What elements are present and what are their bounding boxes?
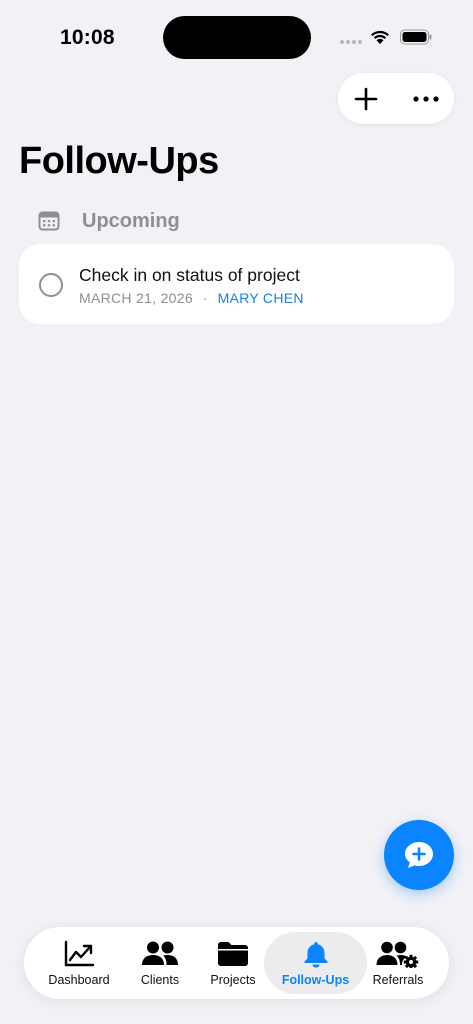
tab-label: Projects — [210, 973, 256, 987]
tab-projects[interactable]: Projects — [206, 927, 260, 999]
tab-label: Clients — [140, 973, 180, 987]
followup-date: MARCH 21, 2026 — [79, 290, 193, 306]
complete-checkbox[interactable] — [39, 273, 63, 297]
followup-meta: MARCH 21, 2026 · MARY CHEN — [79, 290, 304, 306]
chat-bubble-plus-icon — [405, 842, 433, 868]
chart-line-icon — [64, 940, 95, 967]
tab-follow-ups[interactable]: Follow-Ups — [274, 927, 357, 999]
more-options-icon[interactable] — [410, 85, 442, 113]
tab-label: Follow-Ups — [281, 973, 350, 987]
add-icon[interactable] — [352, 85, 380, 113]
tab-clients[interactable]: Clients — [132, 927, 188, 999]
followup-title: Check in on status of project — [79, 265, 300, 285]
followup-client-link[interactable]: MARY CHEN — [218, 290, 304, 306]
cellular-signal-icon — [340, 40, 362, 44]
calendar-icon — [38, 211, 60, 231]
tab-label: Dashboard — [48, 973, 110, 987]
followup-card[interactable]: Check in on status of project MARCH 21, … — [19, 244, 454, 324]
battery-icon — [400, 29, 432, 45]
tab-bar: Dashboard Clients Projects Follow-Ups Re… — [24, 927, 449, 999]
bell-icon — [304, 942, 327, 968]
status-bar: 10:08 — [0, 0, 473, 70]
section-header-upcoming: Upcoming — [38, 206, 180, 236]
meta-separator: · — [202, 290, 208, 306]
tab-referrals[interactable]: Referrals — [370, 927, 426, 999]
tab-label: Referrals — [372, 973, 424, 987]
folder-icon — [218, 942, 248, 966]
page-title: Follow-Ups — [19, 140, 219, 182]
wifi-icon — [371, 30, 389, 44]
dynamic-island — [163, 16, 311, 59]
new-followup-button[interactable] — [384, 820, 454, 890]
people-gear-icon — [376, 941, 419, 968]
status-time: 10:08 — [60, 26, 115, 49]
tab-dashboard[interactable]: Dashboard — [46, 927, 112, 999]
toolbar-actions — [338, 73, 454, 124]
people-icon — [142, 941, 178, 965]
section-label: Upcoming — [82, 209, 180, 232]
